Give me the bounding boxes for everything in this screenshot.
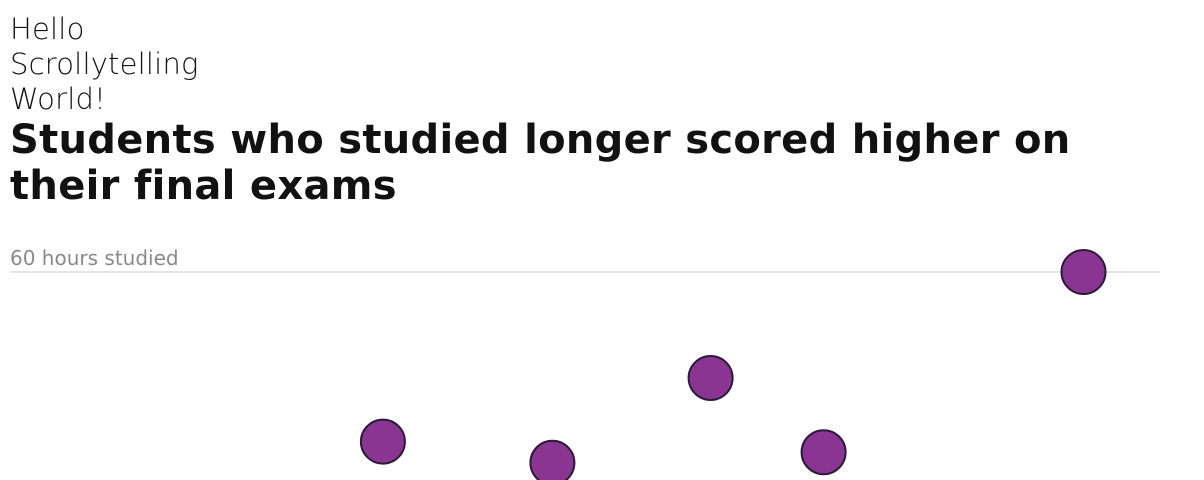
y-tick-label: 60 hours studied — [10, 246, 179, 270]
dots-layer — [359, 249, 1107, 480]
scrollytelling-page: Hello Scrollytelling World! Students who… — [0, 0, 1204, 480]
grid-layer: 60 hours studied — [10, 246, 1160, 273]
data-point-4[interactable] — [529, 439, 576, 480]
data-point-5[interactable] — [800, 429, 847, 476]
scatter-chart: 60 hours studied — [10, 246, 1160, 480]
data-point-3[interactable] — [359, 418, 406, 465]
data-point-1[interactable] — [1060, 249, 1107, 295]
data-point-2[interactable] — [687, 355, 734, 401]
